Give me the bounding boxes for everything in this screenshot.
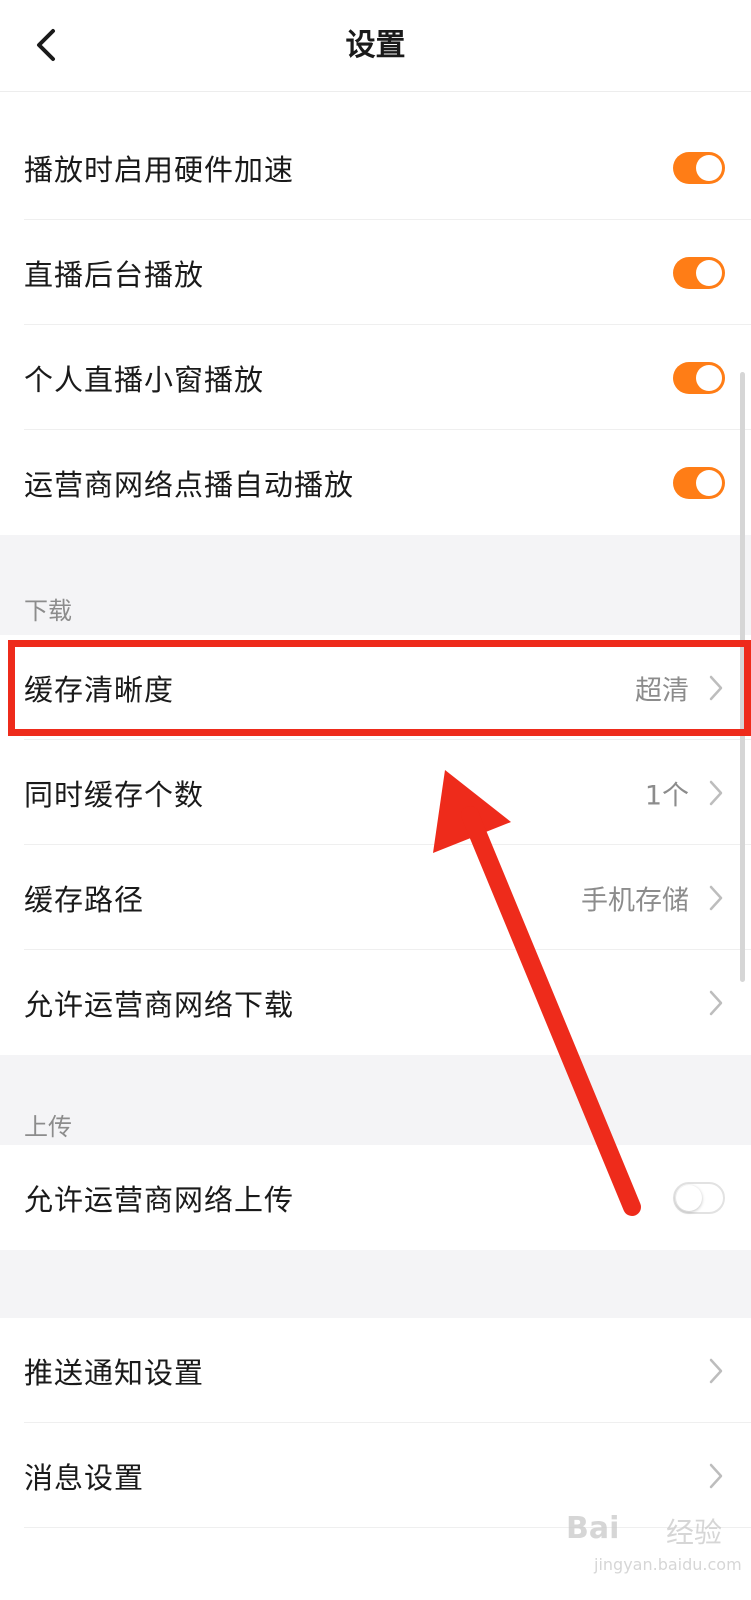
- navbar: 设置: [0, 0, 751, 92]
- watermark-text: 经验: [666, 1516, 723, 1549]
- setting-value: 手机存储: [581, 885, 689, 916]
- download-section-header: 下载: [0, 535, 751, 635]
- section-title: 上传: [24, 1113, 72, 1141]
- setting-push-notifications[interactable]: 推送通知设置: [0, 1318, 751, 1423]
- setting-label: 消息设置: [24, 1460, 145, 1495]
- chevron-right-icon: [709, 1358, 723, 1383]
- watermark-logo: Bai: [566, 1511, 620, 1546]
- setting-label: 允许运营商网络下载: [24, 987, 295, 1022]
- setting-label: 直播后台播放: [24, 257, 205, 292]
- watermark-url: jingyan.baidu.com: [594, 1555, 742, 1574]
- live-mini-window-toggle[interactable]: [673, 361, 725, 394]
- setting-label: 个人直播小窗播放: [24, 362, 265, 397]
- setting-carrier-autoplay[interactable]: 运营商网络点播自动播放: [0, 430, 751, 535]
- setting-label: 缓存路径: [24, 882, 145, 917]
- setting-cache-path[interactable]: 缓存路径 手机存储: [0, 845, 751, 950]
- setting-value: 1个: [644, 780, 689, 811]
- chevron-right-icon: [709, 990, 723, 1015]
- setting-carrier-download[interactable]: 允许运营商网络下载: [0, 950, 751, 1055]
- chevron-right-icon: [709, 780, 723, 805]
- live-background-play-toggle[interactable]: [673, 256, 725, 289]
- carrier-upload-toggle[interactable]: [673, 1181, 725, 1214]
- page-title: 设置: [345, 28, 406, 63]
- hardware-acceleration-toggle[interactable]: [673, 151, 725, 184]
- watermark: Bai 经验 jingyan.baidu.com: [566, 1505, 746, 1585]
- setting-live-mini-window[interactable]: 个人直播小窗播放: [0, 325, 751, 430]
- setting-label: 播放时启用硬件加速: [24, 152, 295, 187]
- setting-label: 同时缓存个数: [24, 777, 205, 812]
- setting-label: 允许运营商网络上传: [24, 1182, 295, 1217]
- setting-carrier-upload[interactable]: 允许运营商网络上传: [0, 1145, 751, 1250]
- setting-concurrent-cache[interactable]: 同时缓存个数 1个: [0, 740, 751, 845]
- upload-section-header: 上传: [0, 1055, 751, 1145]
- chevron-right-icon: [709, 885, 723, 910]
- setting-hardware-acceleration[interactable]: 播放时启用硬件加速: [0, 115, 751, 220]
- highlight-box: [8, 640, 751, 736]
- section-gap: [0, 1250, 751, 1318]
- section-title: 下载: [24, 597, 72, 625]
- carrier-autoplay-toggle[interactable]: [673, 466, 725, 499]
- setting-label: 运营商网络点播自动播放: [24, 467, 355, 502]
- chevron-right-icon: [709, 1463, 723, 1488]
- setting-live-background-play[interactable]: 直播后台播放: [0, 220, 751, 325]
- setting-label: 推送通知设置: [24, 1355, 205, 1390]
